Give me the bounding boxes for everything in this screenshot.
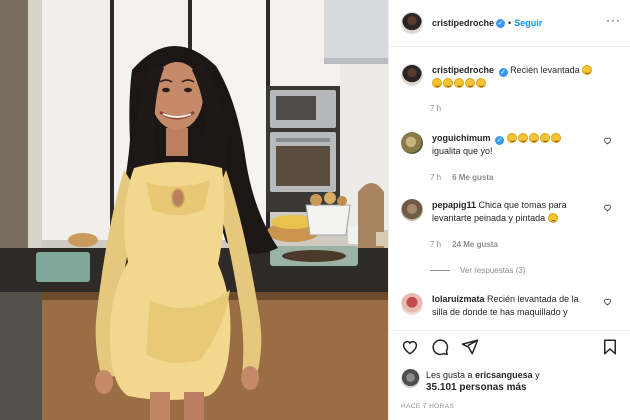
- caption-emojis: [432, 78, 487, 88]
- view-replies-button[interactable]: Ver respuestas (3): [430, 266, 525, 275]
- comment-time[interactable]: 7 h: [430, 173, 441, 182]
- laughing-emoji-icon: [582, 65, 593, 75]
- laughing-emoji-icon: [517, 133, 528, 143]
- instagram-post: cristipedroche ✓ • Seguir ··· cristipedr…: [0, 0, 630, 420]
- likes-summary: Les gusta a ericsanguesa y 35.101 person…: [401, 369, 540, 394]
- comment-like-heart-icon[interactable]: [603, 297, 612, 306]
- comment-likes[interactable]: 6 Me gusta: [452, 173, 493, 182]
- avatar[interactable]: [401, 369, 420, 388]
- comment-item: pepapig11 Chica que tomas para levantart…: [401, 199, 616, 225]
- avatar[interactable]: [401, 12, 423, 34]
- likes-count[interactable]: 35.101 personas más: [426, 382, 527, 393]
- comment-item: yoguichimum ✓ igualita que yo!: [401, 132, 616, 158]
- verified-badge-icon: ✓: [495, 136, 505, 145]
- laughing-emoji-icon: [454, 78, 464, 88]
- action-icons: [401, 338, 621, 356]
- avatar[interactable]: [401, 199, 423, 221]
- comment-username[interactable]: yoguichimum: [432, 133, 491, 143]
- caption-time[interactable]: 7 h: [430, 104, 441, 113]
- post-actions: Les gusta a ericsanguesa y 35.101 person…: [389, 330, 630, 420]
- likes-user[interactable]: ericsanguesa: [475, 370, 533, 380]
- comment-meta: 7 h 6 Me gusta: [430, 173, 493, 182]
- comment-likes[interactable]: 24 Me gusta: [452, 240, 498, 249]
- laughing-emoji-icon: [465, 78, 475, 88]
- verified-badge-icon: ✓: [498, 68, 508, 77]
- bookmark-icon[interactable]: [601, 338, 619, 356]
- comment-icon[interactable]: [431, 338, 449, 356]
- post-timestamp[interactable]: HACE 7 HORAS: [401, 403, 454, 410]
- comment-like-heart-icon[interactable]: [603, 136, 612, 145]
- caption-meta: 7 h: [430, 104, 441, 113]
- comment-text: igualita que yo!: [432, 146, 493, 156]
- avatar[interactable]: [401, 293, 423, 315]
- caption-username[interactable]: cristipedroche: [432, 65, 494, 75]
- comment-meta: 7 h 24 Me gusta: [430, 240, 498, 249]
- comment-username[interactable]: lolaruizmata: [432, 294, 485, 304]
- header-separator: •: [508, 18, 512, 28]
- likes-prefix: Les gusta a: [426, 370, 473, 380]
- likes-conj: y: [535, 370, 540, 380]
- avatar[interactable]: [401, 132, 423, 154]
- caption-text: Recién levantada: [510, 65, 580, 75]
- follow-button[interactable]: Seguir: [514, 18, 542, 28]
- comment-username[interactable]: pepapig11: [432, 200, 476, 210]
- heart-icon[interactable]: [401, 338, 419, 356]
- comment-like-heart-icon[interactable]: [603, 203, 612, 212]
- laughing-emoji-icon: [476, 78, 486, 88]
- laughing-emoji-icon: [506, 133, 517, 143]
- laughing-emoji-icon: [432, 78, 442, 88]
- header-user: cristipedroche ✓ • Seguir: [432, 18, 542, 28]
- comment-time[interactable]: 7 h: [430, 240, 441, 249]
- laughing-emoji-icon: [539, 133, 550, 143]
- view-replies-label[interactable]: Ver respuestas (3): [460, 266, 525, 275]
- laughing-emoji-icon: [528, 133, 539, 143]
- verified-badge-icon: ✓: [496, 18, 506, 28]
- paper-plane-icon[interactable]: [461, 338, 479, 356]
- post-header: cristipedroche ✓ • Seguir ···: [389, 0, 630, 47]
- caption: cristipedroche ✓ Recién levantada: [401, 64, 616, 90]
- more-options-icon[interactable]: ···: [606, 14, 621, 26]
- post-sidebar: cristipedroche ✓ • Seguir ··· cristipedr…: [388, 0, 630, 420]
- post-photo[interactable]: [0, 0, 388, 420]
- comment-item: lolaruizmata Recién levantada de la sill…: [401, 293, 616, 319]
- avatar[interactable]: [401, 64, 423, 86]
- replies-divider: [430, 270, 450, 271]
- laughing-emoji-icon: [550, 133, 561, 143]
- header-username[interactable]: cristipedroche: [432, 18, 494, 28]
- photo-illustration: [0, 0, 388, 420]
- astonished-emoji-icon: [547, 213, 558, 223]
- laughing-emoji-icon: [443, 78, 453, 88]
